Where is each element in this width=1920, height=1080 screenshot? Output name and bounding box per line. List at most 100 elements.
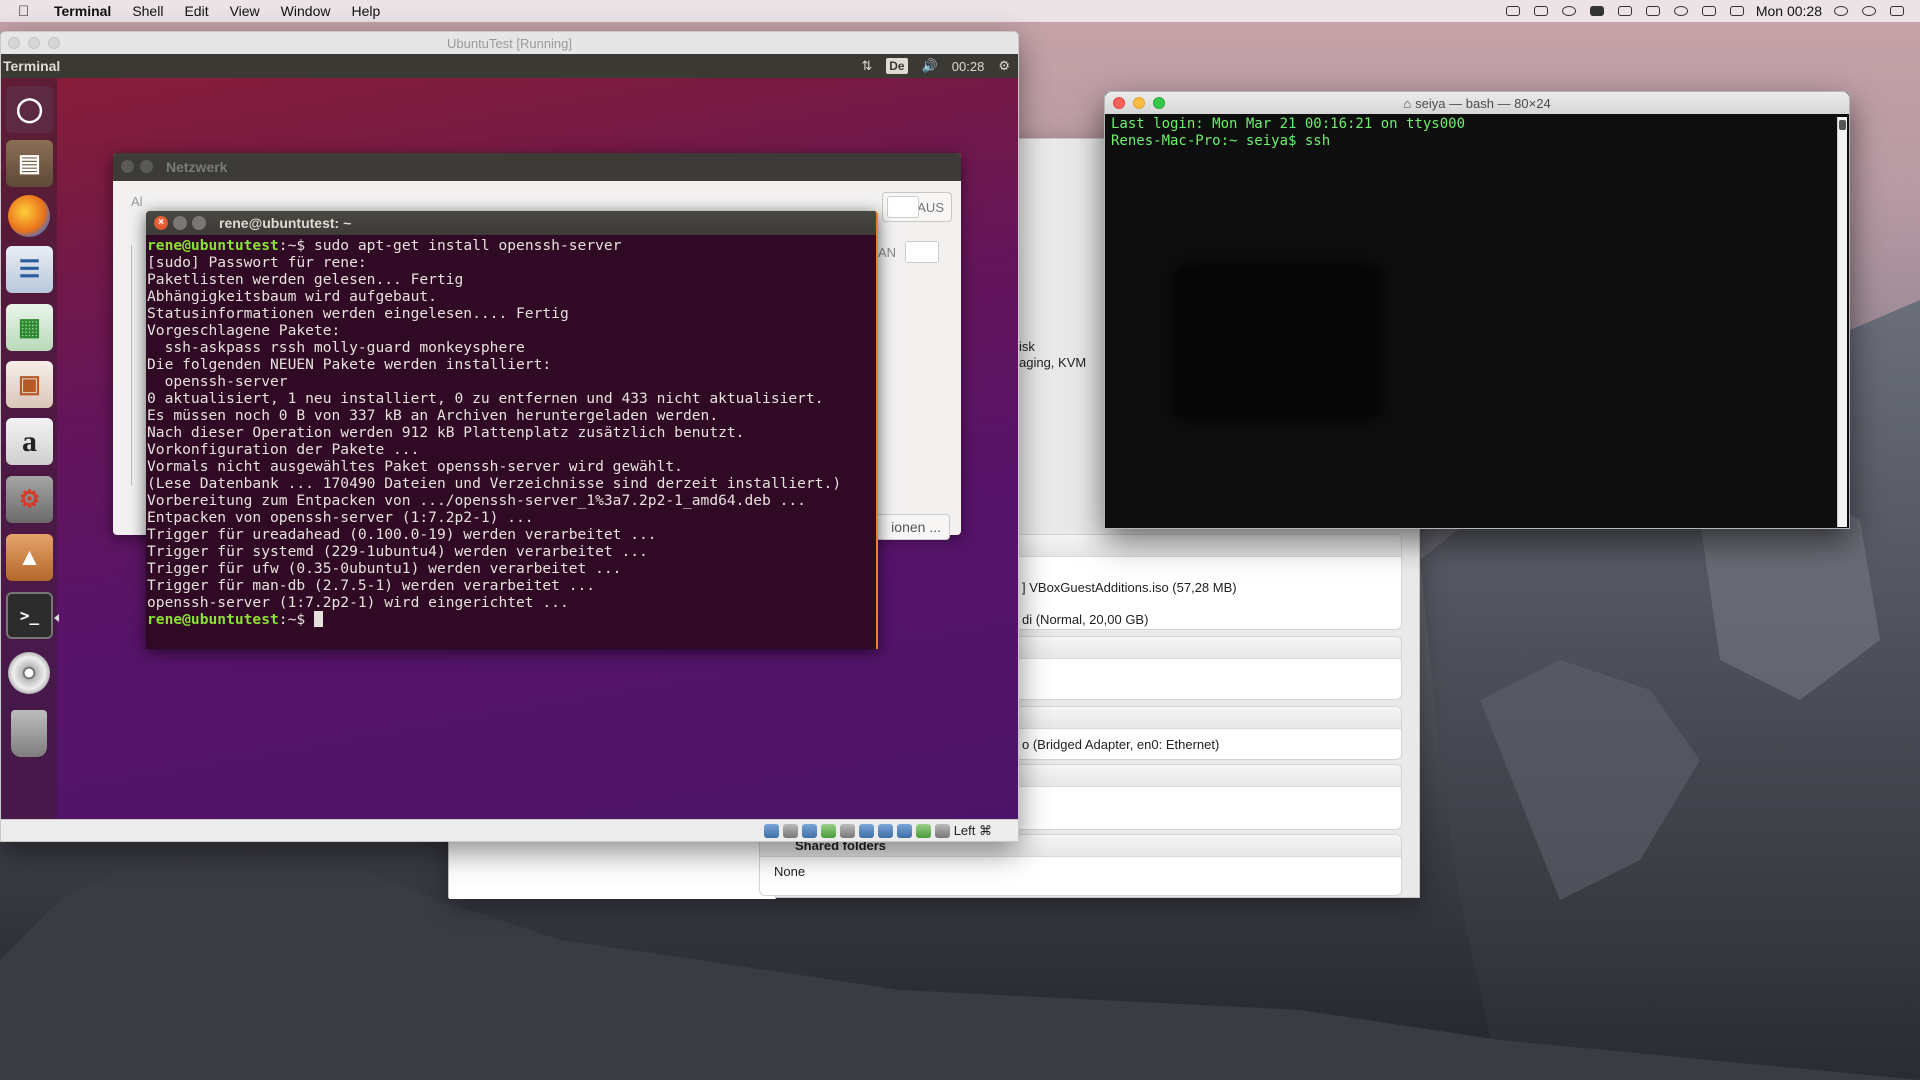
netzwerk-titlebar[interactable]: Netzwerk xyxy=(113,153,961,181)
libreoffice-impress-icon[interactable]: ▣ xyxy=(6,361,53,408)
system-acceleration-fragment-2: aging, KVM xyxy=(1019,355,1087,370)
system-acceleration-fragment-1: isk xyxy=(1019,339,1035,354)
drive-icon[interactable] xyxy=(1616,4,1634,18)
cpu-icon[interactable] xyxy=(915,823,931,838)
terminal-line: openssh-server (1:7.2p2-1) wird eingeric… xyxy=(147,594,569,611)
mouse-integration-icon[interactable] xyxy=(934,823,950,838)
dvd-icon[interactable] xyxy=(8,652,50,694)
terminal-prompt-suffix: :~$ xyxy=(278,611,314,628)
dash-icon[interactable]: ◯ xyxy=(6,86,53,133)
audio-icon[interactable] xyxy=(801,823,817,838)
ubuntu-terminal-output[interactable]: rene@ubuntutest:~$ sudo apt-get install … xyxy=(146,235,876,628)
mac-terminal-scrollbar[interactable] xyxy=(1837,117,1847,527)
airplane-mode-toggle[interactable]: AUS xyxy=(882,192,952,222)
menubar-clock[interactable]: Mon 00:28 xyxy=(1756,3,1822,19)
amazon-icon[interactable]: a xyxy=(6,418,53,465)
user-icon[interactable] xyxy=(1832,4,1850,18)
maximize-button[interactable] xyxy=(192,216,206,230)
terminal-line: Last login: Mon Mar 21 00:16:21 on ttys0… xyxy=(1111,116,1466,132)
terminal-line: Nach dieser Operation werden 912 kB Plat… xyxy=(147,424,745,441)
display-icon[interactable] xyxy=(1644,4,1662,18)
mac-terminal-output[interactable]: Last login: Mon Mar 21 00:16:21 on ttys0… xyxy=(1105,114,1849,152)
zoom-button[interactable] xyxy=(48,37,60,49)
libreoffice-writer-icon[interactable]: ☰ xyxy=(6,246,53,293)
shared-folders-icon[interactable] xyxy=(858,823,874,838)
network-arrows-icon[interactable]: ⇅ xyxy=(861,58,872,74)
vm-window-titlebar[interactable]: UbuntuTest [Running] xyxy=(1,32,1018,54)
terminal-icon[interactable]: >_ xyxy=(6,592,53,639)
menu-help[interactable]: Help xyxy=(351,3,380,19)
keyboard-layout-indicator[interactable]: De xyxy=(886,58,908,74)
menu-window[interactable]: Window xyxy=(281,3,331,19)
screen-record-icon[interactable] xyxy=(1504,4,1522,18)
trash-icon[interactable] xyxy=(11,710,47,757)
terminal-line: Abhängigkeitsbaum wird aufgebaut. xyxy=(147,288,437,305)
eject-icon[interactable] xyxy=(1728,4,1746,18)
ubuntu-active-app: Terminal xyxy=(3,58,61,74)
dropbox-icon[interactable] xyxy=(1532,4,1550,18)
spotlight-icon[interactable] xyxy=(1860,4,1878,18)
hard-disk-icon[interactable] xyxy=(763,823,779,838)
toggle-off-label: AUS xyxy=(917,199,944,215)
cloud-icon[interactable] xyxy=(1588,4,1606,18)
ubuntu-indicators: ⇅ De 🔊 00:28 ⚙ xyxy=(861,54,1010,78)
firefox-icon[interactable] xyxy=(8,195,50,237)
close-button[interactable] xyxy=(8,37,20,49)
ubuntu-clock[interactable]: 00:28 xyxy=(952,59,985,74)
netzwerk-title: Netzwerk xyxy=(166,159,228,175)
home-folder-icon: ⌂ xyxy=(1403,95,1412,111)
ubuntu-terminal-controls: × xyxy=(154,216,206,230)
storage-vdi: di (Normal, 20,00 GB) xyxy=(1022,612,1149,627)
network-icon[interactable] xyxy=(820,823,836,838)
ubuntu-terminal-titlebar[interactable]: × rene@ubuntutest: ~ xyxy=(146,211,876,235)
terminal-line: Vorgeschlagene Pakete: xyxy=(147,322,341,339)
terminal-line: Trigger für ureadahead (0.100.0-19) werd… xyxy=(147,526,657,543)
minimize-button[interactable] xyxy=(28,37,40,49)
software-center-icon[interactable]: ▲ xyxy=(6,534,53,581)
terminal-line: Vorkonfiguration der Pakete ... xyxy=(147,441,420,458)
optical-drive-icon[interactable] xyxy=(782,823,798,838)
zoom-button[interactable] xyxy=(1153,97,1165,109)
terminal-line: Trigger für man-db (2.7.5-1) werden vera… xyxy=(147,577,596,594)
vm-list-pane xyxy=(449,839,776,899)
system-gear-icon[interactable]: ⚙ xyxy=(998,58,1010,74)
netzwerk-sidebar-edge xyxy=(131,245,143,485)
display-icon[interactable] xyxy=(877,823,893,838)
notification-center-icon[interactable] xyxy=(1888,4,1906,18)
volume-icon[interactable] xyxy=(1700,4,1718,18)
mac-terminal-titlebar[interactable]: ⌂ seiya — bash — 80×24 xyxy=(1105,92,1849,114)
connection-toggle[interactable] xyxy=(905,241,939,263)
onepassword-icon[interactable] xyxy=(1560,4,1578,18)
sound-icon[interactable]: 🔊 xyxy=(922,58,938,74)
close-button[interactable] xyxy=(121,160,134,173)
apple-menu-icon[interactable]:  xyxy=(18,3,36,20)
terminal-line: openssh-server xyxy=(147,373,288,390)
terminal-line: 0 aktualisiert, 1 neu installiert, 0 zu … xyxy=(147,390,824,407)
scrollbar-thumb[interactable] xyxy=(1839,120,1846,130)
toggle-on-label: AN xyxy=(878,245,897,260)
mac-menubar:  Terminal Shell Edit View Window Help M… xyxy=(0,0,1920,22)
menu-view[interactable]: View xyxy=(230,3,260,19)
virtualbox-vm-window: UbuntuTest [Running] Terminal ⇅ De 🔊 00:… xyxy=(0,31,1019,842)
terminal-line: [sudo] Passwort für rene: xyxy=(147,254,367,271)
vm-window-controls xyxy=(8,37,60,49)
time-machine-icon[interactable] xyxy=(1672,4,1690,18)
terminal-prompt: rene@ubuntutest xyxy=(147,611,279,628)
menu-edit[interactable]: Edit xyxy=(184,3,208,19)
minimize-button[interactable] xyxy=(173,216,187,230)
system-settings-icon[interactable]: ⚙ xyxy=(6,476,53,523)
libreoffice-calc-icon[interactable]: ▦ xyxy=(6,304,53,351)
close-button[interactable]: × xyxy=(154,216,168,230)
minimize-button[interactable] xyxy=(140,160,153,173)
minimize-button[interactable] xyxy=(1133,97,1145,109)
video-capture-icon[interactable] xyxy=(896,823,912,838)
menu-shell[interactable]: Shell xyxy=(132,3,163,19)
usb-icon[interactable] xyxy=(839,823,855,838)
menu-app-terminal[interactable]: Terminal xyxy=(54,3,111,19)
terminal-line: Statusinformationen werden eingelesen...… xyxy=(147,305,569,322)
terminal-prompt: rene@ubuntutest xyxy=(147,237,279,254)
close-button[interactable] xyxy=(1113,97,1125,109)
files-icon[interactable]: ▤ xyxy=(6,140,53,187)
menubar-status-area: Mon 00:28 xyxy=(1504,0,1906,22)
terminal-line: Entpacken von openssh-server (1:7.2p2-1)… xyxy=(147,509,534,526)
